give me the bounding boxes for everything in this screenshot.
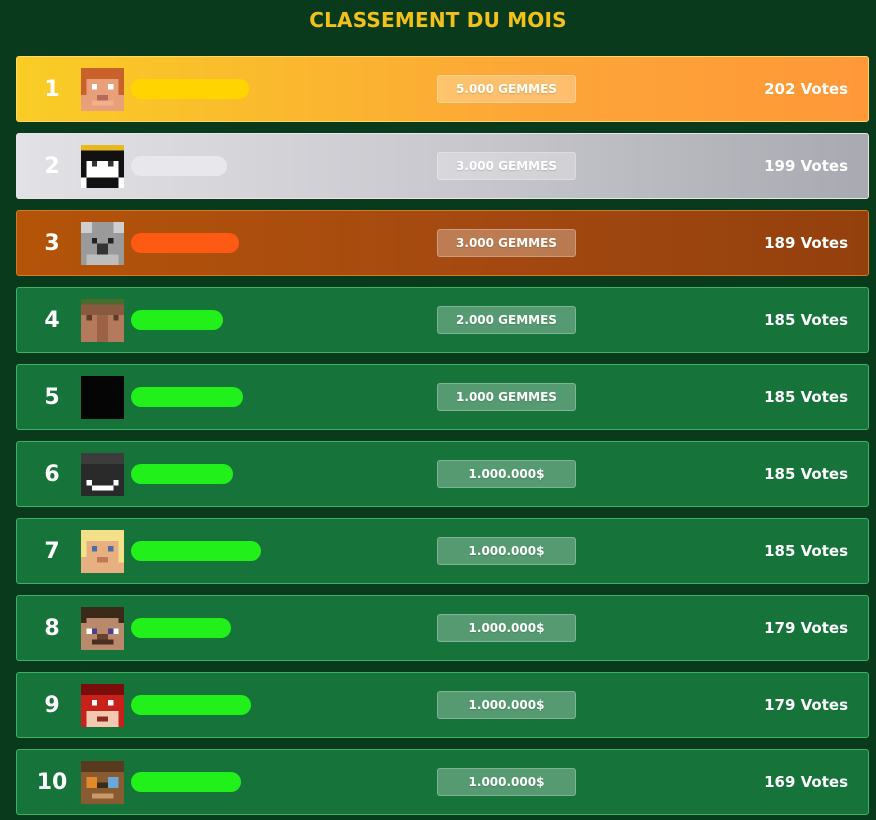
rank-number: 2 (44, 153, 60, 179)
koala-skin-avatar (81, 222, 124, 265)
reward-badge: 5.000 GEMMES (437, 75, 576, 103)
rank-number: 6 (44, 461, 60, 487)
black-hair-skin-avatar (81, 145, 124, 188)
steve-skin-avatar (81, 607, 124, 650)
player-name-redacted (131, 310, 223, 330)
leaderboard-row: 9 1.000.000$ 179 Votes (16, 672, 869, 738)
player-name-redacted (131, 387, 243, 407)
leaderboard-row: 1 5.000 GEMMES 202 Votes (16, 56, 869, 122)
player-name-redacted (131, 618, 231, 638)
vote-count: 199 Votes (764, 157, 848, 175)
orange-hair-skin-avatar (81, 68, 124, 111)
player-name-redacted (131, 464, 233, 484)
leaderboard-row: 10 1.000.000$ 169 Votes (16, 749, 869, 815)
leaderboard: 1 5.000 GEMMES 202 Votes 2 3.000 GEMMES … (16, 56, 869, 820)
reward-badge: 1.000.000$ (437, 691, 576, 719)
vote-count: 185 Votes (764, 388, 848, 406)
page-title: CLASSEMENT DU MOIS (309, 8, 567, 32)
reward-badge: 1.000.000$ (437, 768, 576, 796)
villager-skin-avatar (81, 299, 124, 342)
vote-count: 185 Votes (764, 542, 848, 560)
player-name-redacted (131, 772, 241, 792)
vote-count: 202 Votes (764, 80, 848, 98)
rank-number: 9 (44, 692, 60, 718)
goggles-skin-avatar (81, 761, 124, 804)
leaderboard-row: 4 2.000 GEMMES 185 Votes (16, 287, 869, 353)
leaderboard-row: 8 1.000.000$ 179 Votes (16, 595, 869, 661)
leaderboard-row: 5 1.000 GEMMES 185 Votes (16, 364, 869, 430)
rank-number: 10 (36, 769, 68, 795)
red-skin-avatar (81, 684, 124, 727)
vote-count: 185 Votes (764, 311, 848, 329)
leaderboard-row: 7 1.000.000$ 185 Votes (16, 518, 869, 584)
rank-number: 4 (44, 307, 60, 333)
vote-count: 179 Votes (764, 696, 848, 714)
rank-number: 5 (44, 384, 60, 410)
vote-count: 189 Votes (764, 234, 848, 252)
rank-number: 8 (44, 615, 60, 641)
reward-badge: 3.000 GEMMES (437, 229, 576, 257)
player-name-redacted (131, 233, 239, 253)
vote-count: 169 Votes (764, 773, 848, 791)
player-name-redacted (131, 79, 249, 99)
player-name-redacted (131, 541, 261, 561)
leaderboard-row: 2 3.000 GEMMES 199 Votes (16, 133, 869, 199)
vote-count: 185 Votes (764, 465, 848, 483)
reward-badge: 3.000 GEMMES (437, 152, 576, 180)
rank-number: 7 (44, 538, 60, 564)
dark-smile-skin-avatar (81, 453, 124, 496)
rank-number: 1 (44, 76, 60, 102)
reward-badge: 1.000 GEMMES (437, 383, 576, 411)
leaderboard-row: 6 1.000.000$ 185 Votes (16, 441, 869, 507)
black-skin-avatar (81, 376, 124, 419)
rank-number: 3 (44, 230, 60, 256)
player-name-redacted (131, 156, 227, 176)
vote-count: 179 Votes (764, 619, 848, 637)
reward-badge: 1.000.000$ (437, 614, 576, 642)
reward-badge: 1.000.000$ (437, 537, 576, 565)
reward-badge: 2.000 GEMMES (437, 306, 576, 334)
player-name-redacted (131, 695, 251, 715)
blonde-skin-avatar (81, 530, 124, 573)
leaderboard-row: 3 3.000 GEMMES 189 Votes (16, 210, 869, 276)
reward-badge: 1.000.000$ (437, 460, 576, 488)
